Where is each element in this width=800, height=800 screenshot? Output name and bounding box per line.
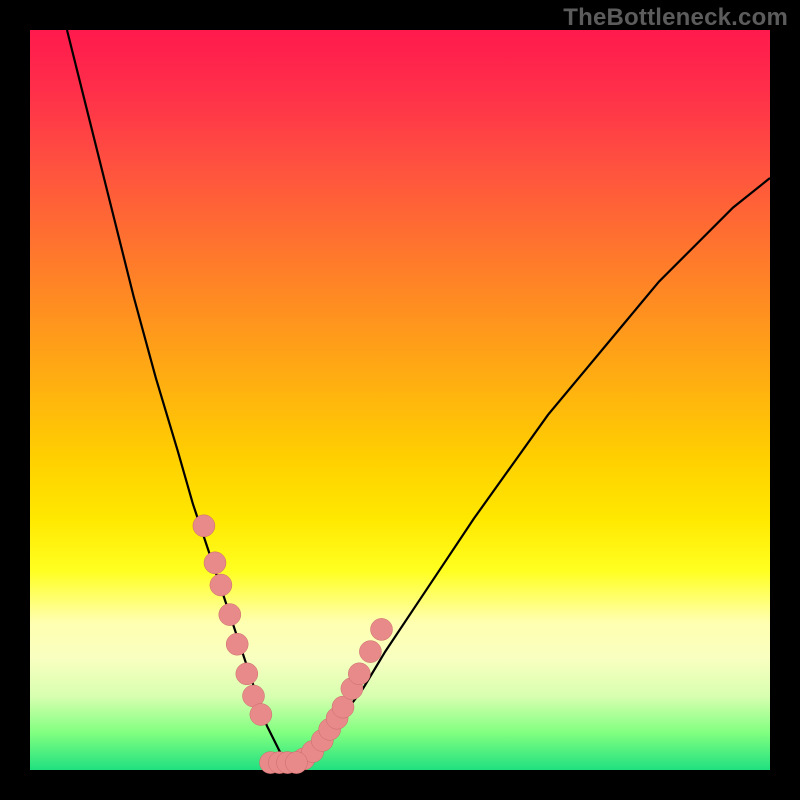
chart-frame: TheBottleneck.com	[0, 0, 800, 800]
data-marker	[250, 704, 272, 726]
data-marker	[285, 752, 307, 774]
attribution-label: TheBottleneck.com	[563, 4, 788, 32]
data-marker	[236, 663, 258, 685]
data-markers	[193, 515, 393, 774]
data-marker	[226, 633, 248, 655]
data-marker	[193, 515, 215, 537]
data-marker	[359, 641, 381, 663]
chart-overlay	[30, 30, 770, 770]
data-marker	[348, 663, 370, 685]
bottleneck-curve	[67, 30, 770, 763]
data-marker	[210, 574, 232, 596]
data-marker	[219, 604, 241, 626]
data-marker	[371, 618, 393, 640]
data-marker	[204, 552, 226, 574]
